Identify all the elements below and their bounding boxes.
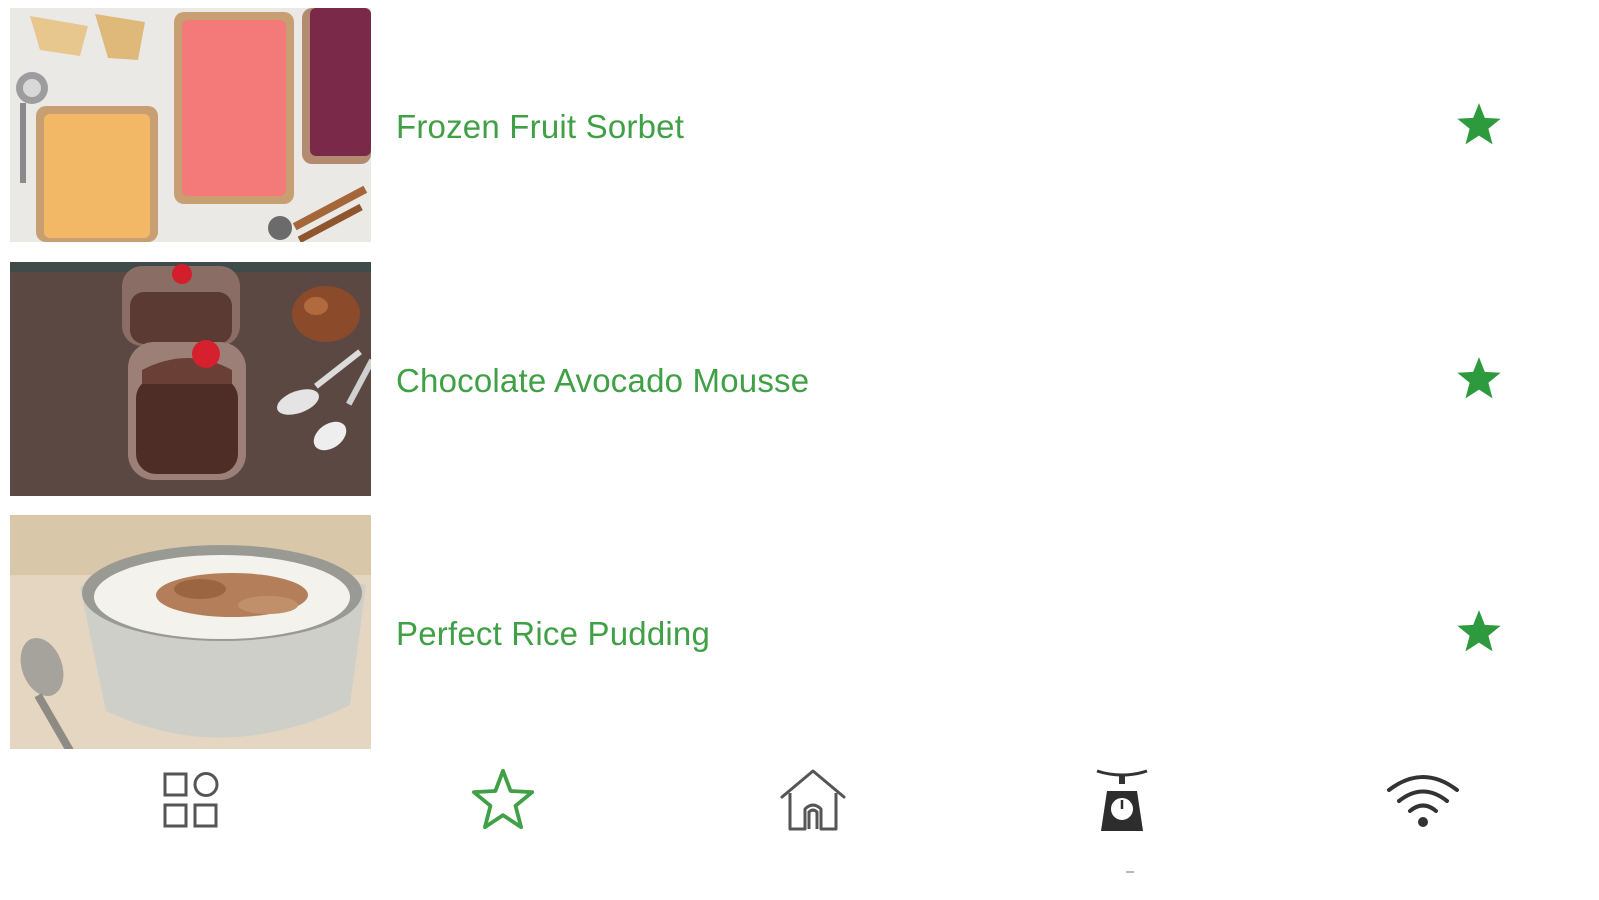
rice-pudding-photo (10, 515, 371, 749)
recipe-title: Perfect Rice Pudding (396, 615, 711, 652)
bottom-tab-bar (0, 750, 1599, 900)
favorites-star-icon (471, 768, 535, 830)
categories-grid-icon (163, 772, 219, 828)
wifi-icon (1387, 775, 1459, 827)
kitchen-scale-icon (1096, 769, 1148, 831)
recipe-row-chocolate-avocado-mousse[interactable]: Chocolate Avocado Mousse (0, 262, 1599, 496)
recipe-title: Frozen Fruit Sorbet (396, 108, 685, 145)
recipe-row-frozen-fruit-sorbet[interactable]: Frozen Fruit Sorbet (0, 8, 1599, 242)
recipe-title: Chocolate Avocado Mousse (396, 362, 810, 399)
recipe-thumbnail[interactable] (10, 262, 371, 496)
recipe-thumbnail[interactable] (10, 515, 371, 749)
recipe-row-perfect-rice-pudding[interactable]: Perfect Rice Pudding (0, 515, 1599, 749)
tab-home[interactable] (768, 760, 858, 840)
divider-mark (1126, 871, 1134, 873)
home-icon (780, 769, 846, 831)
tab-wifi[interactable] (1378, 760, 1468, 840)
recipe-thumbnail[interactable] (10, 8, 371, 242)
star-filled-icon[interactable] (1454, 100, 1504, 150)
star-filled-icon[interactable] (1454, 354, 1504, 404)
mousse-photo (10, 262, 371, 496)
tab-favorites[interactable] (458, 760, 548, 840)
star-filled-icon[interactable] (1454, 607, 1504, 657)
sorbet-photo (10, 8, 371, 242)
tab-categories[interactable] (147, 760, 237, 840)
tab-kitchen-scale[interactable] (1077, 760, 1167, 840)
